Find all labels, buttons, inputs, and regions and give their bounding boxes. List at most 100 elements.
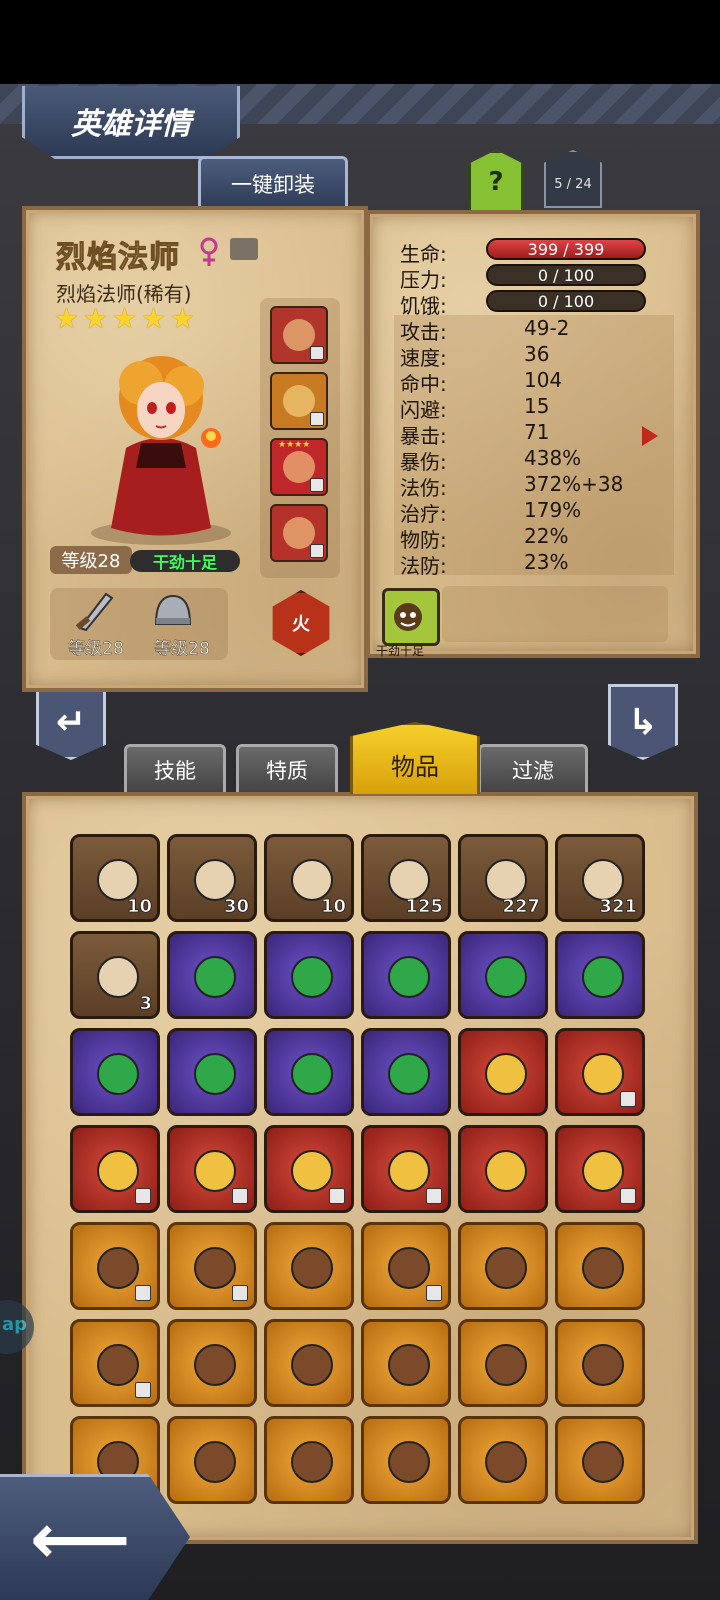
green-gem-icon — [97, 1053, 139, 1095]
inventory-panel: 10 30 10 125 227 321 3 — [22, 792, 698, 1544]
unequip-all-button[interactable]: 一键卸装 — [198, 156, 348, 209]
inventory-slot[interactable] — [167, 1222, 257, 1310]
inventory-slot[interactable] — [264, 1319, 354, 1407]
next-hero-button[interactable]: ↳ — [608, 684, 678, 760]
dagger-icon — [485, 1150, 527, 1192]
green-potion-icon — [388, 1344, 430, 1386]
stat-value: 15 — [524, 394, 550, 418]
lock-icon — [329, 1188, 345, 1204]
inventory-slot[interactable] — [458, 1319, 548, 1407]
green-potion-icon — [194, 1344, 236, 1386]
pickaxe-icon — [291, 1247, 333, 1289]
inventory-slot[interactable] — [458, 1222, 548, 1310]
stat-label: 压力: — [400, 268, 447, 292]
item-count: 3 — [139, 993, 152, 1015]
inventory-slot[interactable] — [555, 1222, 645, 1310]
inventory-slot[interactable] — [555, 1319, 645, 1407]
previous-hero-button[interactable]: ↵ — [36, 684, 106, 760]
inventory-slot[interactable] — [167, 931, 257, 1019]
lock-icon — [310, 412, 324, 426]
equipment-stars: ★★★★ — [278, 440, 311, 450]
inventory-slot[interactable] — [458, 931, 548, 1019]
green-gem-icon — [291, 956, 333, 998]
inventory-slot[interactable] — [458, 1028, 548, 1116]
equipment-column: ★★★★ — [260, 298, 340, 578]
inventory-slot[interactable]: 321 — [555, 834, 645, 922]
stat-row: 物防: 22% — [394, 523, 680, 552]
inventory-slot[interactable] — [70, 1319, 160, 1407]
trait-area — [442, 586, 668, 642]
inventory-slot[interactable]: 125 — [361, 834, 451, 922]
stat-row-stress: 压力: 0 / 100 — [400, 264, 680, 292]
stat-value: 49-2 — [524, 316, 570, 340]
inventory-slot[interactable] — [555, 1125, 645, 1213]
inventory-slot[interactable] — [361, 1125, 451, 1213]
back-arrow-icon: ⟵ — [30, 1497, 131, 1580]
green-potion-icon — [291, 1344, 333, 1386]
inventory-slot[interactable] — [361, 1416, 451, 1504]
stat-value: 71 — [524, 420, 550, 444]
lock-icon — [232, 1188, 248, 1204]
inventory-slot[interactable]: 227 — [458, 834, 548, 922]
more-stats-arrow[interactable] — [642, 426, 658, 446]
stat-row: 暴击: 71 — [394, 419, 680, 448]
inventory-slot[interactable] — [70, 1028, 160, 1116]
inventory-slot[interactable] — [70, 1125, 160, 1213]
axe-icon[interactable] — [270, 504, 328, 562]
inventory-slot[interactable] — [555, 1416, 645, 1504]
stat-row: 命中: 104 — [394, 367, 680, 396]
blue-helmet-icon[interactable] — [270, 372, 328, 430]
wizard-hat-icon[interactable] — [270, 306, 328, 364]
inventory-slot[interactable] — [555, 1028, 645, 1116]
tab-items[interactable]: 物品 — [350, 722, 480, 794]
female-icon — [200, 237, 218, 266]
inventory-slot[interactable] — [361, 1319, 451, 1407]
inventory-slot[interactable] — [264, 1222, 354, 1310]
inventory-slot[interactable] — [361, 1028, 451, 1116]
status-bar — [0, 0, 720, 84]
lock-icon — [135, 1188, 151, 1204]
stat-value: 22% — [524, 524, 569, 548]
blue-crystal-icon — [194, 1441, 236, 1483]
edit-name-icon[interactable] — [230, 238, 258, 260]
lock-icon — [620, 1091, 636, 1107]
ruby-ring-icon[interactable]: ★★★★ — [270, 438, 328, 496]
inventory-slot[interactable] — [361, 931, 451, 1019]
item-count: 10 — [126, 896, 153, 918]
hunger-bar: 0 / 100 — [486, 290, 646, 312]
inventory-slot[interactable] — [70, 1222, 160, 1310]
inventory-slot[interactable] — [167, 1416, 257, 1504]
rifle-icon — [388, 1441, 430, 1483]
inventory-slot[interactable] — [167, 1319, 257, 1407]
stat-row: 攻击: 49-2 — [394, 315, 680, 344]
inventory-slot[interactable] — [264, 931, 354, 1019]
inventory-slot[interactable] — [167, 1125, 257, 1213]
inventory-slot[interactable]: 30 — [167, 834, 257, 922]
inventory-slot[interactable]: 3 — [70, 931, 160, 1019]
armor-chest-icon — [485, 1344, 527, 1386]
feather-icon — [97, 956, 139, 998]
trait-icon[interactable] — [382, 588, 440, 646]
lock-icon — [310, 544, 324, 558]
tab-skills[interactable]: 技能 — [124, 744, 226, 792]
stats-panel: 生命: 399 / 399 压力: 0 / 100 饥饿: 0 / 100 攻击… — [366, 210, 700, 658]
hero-card: 烈焰法师 烈焰法师(稀有) ★ ★ ★ ★ ★ ★★★★ 等级28 干劲十足 等级28 — [22, 206, 368, 692]
weapon-level: 等级28 — [68, 639, 124, 659]
inventory-slot[interactable]: 10 — [70, 834, 160, 922]
tab-filter[interactable]: 过滤 — [478, 744, 588, 792]
inventory-slot[interactable] — [167, 1028, 257, 1116]
inventory-slot[interactable] — [555, 931, 645, 1019]
tab-traits[interactable]: 特质 — [236, 744, 338, 792]
hero-portrait — [91, 356, 231, 545]
spiked-shield-icon — [582, 1247, 624, 1289]
inventory-slot[interactable] — [361, 1222, 451, 1310]
inventory-slot[interactable] — [458, 1125, 548, 1213]
inventory-slot[interactable] — [264, 1028, 354, 1116]
inventory-slot[interactable]: 10 — [264, 834, 354, 922]
inventory-slot[interactable] — [264, 1416, 354, 1504]
helmet-icon — [154, 594, 192, 625]
inventory-slot[interactable] — [264, 1125, 354, 1213]
stress-bar: 0 / 100 — [486, 264, 646, 286]
inventory-slot[interactable] — [458, 1416, 548, 1504]
spiked-shield-icon — [485, 1247, 527, 1289]
